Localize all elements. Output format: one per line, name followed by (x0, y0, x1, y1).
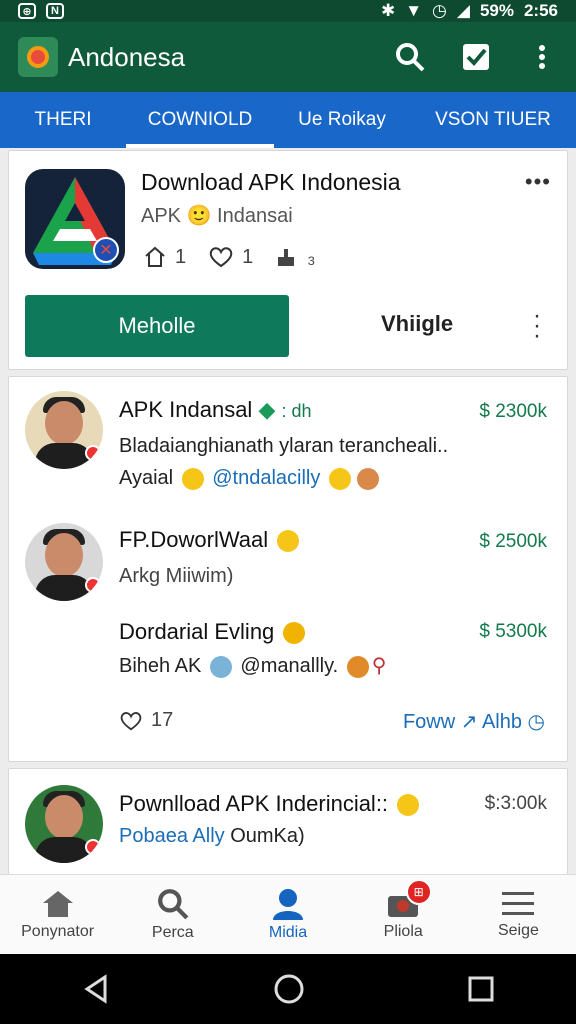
posts-card: APK Indansal ◆ : dh $ 2300k Bladaianghia… (8, 376, 568, 762)
checkbox-icon[interactable] (460, 41, 492, 73)
tab-theri[interactable]: THERI (0, 92, 126, 148)
recents-icon[interactable] (467, 975, 495, 1003)
overflow-menu-icon[interactable] (526, 41, 558, 73)
signal-icon: ◢ (456, 1, 470, 20)
like-count: 1 (242, 245, 254, 268)
install-button[interactable]: Meholle (25, 295, 289, 357)
heart-icon[interactable] (119, 710, 143, 732)
post-username[interactable]: APK Indansal ◆ : dh (119, 397, 312, 423)
bottom-navigation: Ponynator Perca Midia ⊞ Pliola Seige (0, 874, 576, 954)
bluetooth-icon: ✱ (380, 1, 396, 20)
avatar[interactable] (25, 523, 103, 601)
search-icon (157, 888, 189, 919)
status-bar: ⊕ N ✱ ▼ ◷ ◢ 59% 2:56 (0, 0, 576, 22)
battery-text: 59% (479, 1, 514, 20)
nav-settings[interactable]: Seige (461, 875, 576, 954)
home-icon (42, 890, 73, 917)
emoji-icon (277, 530, 300, 553)
home-button-icon[interactable] (273, 973, 305, 1005)
notification-icon: ⊕ (18, 3, 36, 19)
emoji-icon (283, 622, 306, 645)
emoji-icon (397, 794, 420, 817)
tab-cowniold[interactable]: COWNIOLD (126, 92, 274, 148)
follow-link[interactable]: Foww ↗ Alhb ◷ (403, 709, 545, 734)
post-card: Pownlload APK Inderincial:: $:3:00k Poba… (8, 768, 568, 888)
emoji-icon (356, 467, 379, 490)
nav-media[interactable]: Midia (230, 875, 345, 954)
avatar[interactable] (25, 785, 103, 863)
menu-icon (502, 891, 535, 915)
post-username[interactable]: Dordarial Evling (119, 619, 308, 645)
more-options-icon[interactable]: ••• (525, 169, 551, 195)
nav-photo[interactable]: ⊞ Pliola (346, 875, 461, 954)
app-title: Andonesa (68, 41, 186, 72)
mention-link[interactable]: @tndalacilly (212, 467, 320, 489)
home-icon[interactable] (143, 245, 167, 269)
app-logo-icon (18, 37, 58, 77)
app-notification-icon: N (46, 3, 64, 19)
nav-home[interactable]: Ponynator (0, 875, 115, 954)
secondary-button[interactable]: Vhiigle (381, 311, 453, 337)
post-username[interactable]: Pownlload APK Inderincial:: (119, 791, 422, 817)
post-username[interactable]: FP.DoworlWaal (119, 527, 302, 553)
emoji-icon (209, 655, 232, 678)
share-icon[interactable] (275, 245, 299, 269)
back-icon[interactable] (81, 974, 111, 1004)
post-price: $ 2500k (479, 531, 547, 552)
wifi-icon: ▼ (405, 1, 423, 20)
home-count: 1 (175, 245, 187, 268)
post-text: Bladaianghianath ylaran terancheali.. (119, 435, 449, 457)
post-price: $ 5300k (479, 621, 547, 642)
post-mention: Biheh AK @manallly. ⚲ (119, 655, 387, 678)
clock: 2:56 (523, 1, 558, 20)
likes-row: 17 (119, 709, 173, 732)
post-price: $:3:00k (484, 793, 547, 814)
avatar[interactable] (25, 391, 103, 469)
heart-icon[interactable] (208, 245, 234, 269)
clock-icon: ◷ (527, 711, 545, 733)
post-text: Arkg Miiwim) (119, 565, 234, 587)
app-card-stats: 1 1 ₃ (143, 245, 315, 269)
notification-badge-icon: ⊞ (405, 879, 432, 905)
app-card: ✕ Download APK Indonesia APK 🙂 Indansai … (8, 150, 568, 370)
vertical-more-icon[interactable]: · · · (533, 304, 541, 348)
emoji-icon (346, 655, 369, 678)
tab-vson-tiuer[interactable]: VSON TIUER (410, 92, 576, 148)
tab-ue-roikay[interactable]: Ue Roikay (274, 92, 410, 148)
status-icons-left: ⊕ N (18, 3, 64, 19)
search-icon[interactable] (394, 41, 426, 73)
profile-icon (273, 888, 303, 920)
emoji-icon (328, 467, 351, 490)
arrow-icon: ↗ (460, 711, 478, 733)
pin-icon: ⚲ (371, 655, 387, 677)
post-mention: Ayaial @tndalacilly (119, 467, 382, 490)
tab-bar: THERI COWNIOLD Ue Roikay VSON TIUER (0, 92, 576, 148)
status-icons-right: ✱ ▼ ◷ ◢ 59% 2:56 (381, 1, 558, 21)
post-price: $ 2300k (479, 401, 547, 422)
app-card-title: Download APK Indonesia (141, 169, 401, 195)
alarm-icon: ◷ (432, 1, 447, 20)
system-navigation-bar (0, 954, 576, 1024)
nav-search[interactable]: Perca (115, 875, 230, 954)
share-text: ₃ (307, 245, 316, 268)
close-badge-icon: ✕ (93, 237, 119, 263)
app-bar: Andonesa (0, 22, 576, 92)
likes-count: 17 (151, 709, 174, 731)
emoji-icon (181, 467, 204, 490)
post-text: Pobaea Ally OumKa) (119, 825, 305, 847)
apk-app-icon[interactable]: ✕ (25, 169, 125, 269)
app-card-subtitle: APK 🙂 Indansai (141, 205, 293, 227)
